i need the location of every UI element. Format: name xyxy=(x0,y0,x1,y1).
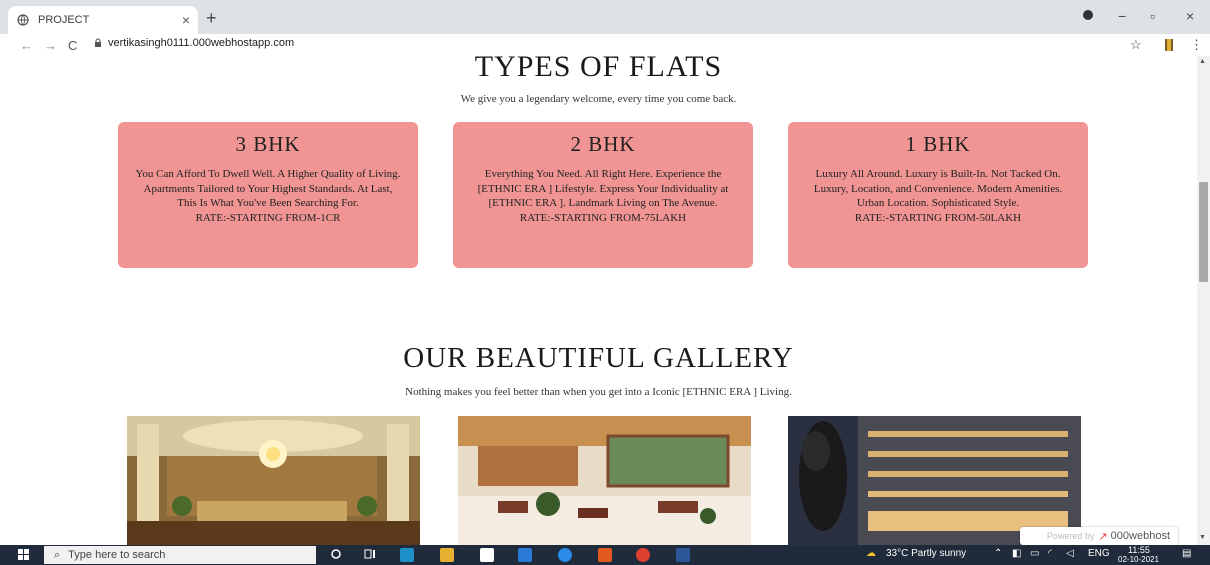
powered-by-badge[interactable]: Powered by ↗ 000webhost xyxy=(1020,527,1178,545)
word-icon[interactable] xyxy=(676,548,690,562)
bookmark-star-icon[interactable]: ☆ xyxy=(1130,34,1142,56)
chat-icon[interactable] xyxy=(558,548,572,562)
restore-button[interactable]: ▫ xyxy=(1150,8,1155,24)
flat-card-title: 1 BHK xyxy=(905,132,971,156)
address-bar: ← → C vertikasingh0111.000webhostapp.com… xyxy=(0,34,1210,56)
windows-taskbar: ⌕ Type here to search ☁ 33°C Partly sunn… xyxy=(0,545,1210,565)
volume-icon[interactable]: ◁ xyxy=(1066,548,1074,559)
back-button[interactable]: ← xyxy=(20,34,33,56)
webhost-logo-icon: ↗ xyxy=(1098,530,1108,543)
clock-date[interactable]: 02-10-2021 xyxy=(1118,555,1159,564)
clock-time[interactable]: 11:55 xyxy=(1128,545,1150,555)
flat-card-3bhk[interactable]: 3 BHK You Can Afford To Dwell Well. A Hi… xyxy=(118,122,418,268)
reload-button[interactable]: C xyxy=(68,34,77,56)
profile-icon[interactable] xyxy=(1082,8,1094,24)
page-content: TYPES OF FLATS We give you a legendary w… xyxy=(0,56,1197,545)
browser-tab[interactable]: PROJECT × xyxy=(8,6,198,34)
scroll-thumb[interactable] xyxy=(1199,182,1208,282)
extension-icon[interactable] xyxy=(1164,34,1174,56)
close-window-button[interactable]: × xyxy=(1186,8,1194,24)
flat-card-rate: RATE:-STARTING FROM-75LAKH xyxy=(519,211,687,224)
flat-card-description: Luxury All Around. Luxury is Built-In. N… xyxy=(813,168,1063,209)
search-icon: ⌕ xyxy=(54,548,61,561)
store-icon[interactable] xyxy=(480,548,494,562)
lock-icon[interactable] xyxy=(94,38,102,51)
gallery-heading: OUR BEAUTIFUL GALLERY xyxy=(403,342,794,374)
battery-icon[interactable]: ▭ xyxy=(1030,548,1039,559)
flat-card-title: 3 BHK xyxy=(235,132,301,156)
tab-close-icon[interactable]: × xyxy=(182,12,190,28)
webhost-brand: 000webhost xyxy=(1110,530,1170,542)
flat-card-rate: RATE:-STARTING FROM-1CR xyxy=(195,211,341,224)
url-field[interactable]: vertikasingh0111.000webhostapp.com xyxy=(108,37,294,49)
flat-card-description: You Can Afford To Dwell Well. A Higher Q… xyxy=(135,168,401,209)
browser-menu-icon[interactable]: ⋮ xyxy=(1190,34,1203,56)
windows-start-icon[interactable] xyxy=(18,549,30,564)
gallery-subtitle: Nothing makes you feel better than when … xyxy=(405,386,792,398)
powered-by-label: Powered by xyxy=(1046,531,1095,541)
network-icon[interactable]: ◧ xyxy=(1012,548,1021,559)
weather-text[interactable]: 33°C Partly sunny xyxy=(886,548,966,559)
search-placeholder: Type here to search xyxy=(68,549,166,561)
flat-card-description: Everything You Need. All Right Here. Exp… xyxy=(477,168,729,209)
wifi-icon[interactable]: ◜ xyxy=(1048,548,1052,559)
gallery-image-lounge[interactable] xyxy=(458,416,751,545)
mail-icon[interactable] xyxy=(518,548,532,562)
weather-icon[interactable]: ☁ xyxy=(866,548,876,559)
new-tab-button[interactable]: + xyxy=(206,8,217,29)
globe-icon xyxy=(16,13,30,27)
flat-card-rate: RATE:-STARTING FROM-50LAKH xyxy=(854,211,1022,224)
gallery-image-lobby[interactable] xyxy=(127,416,420,545)
scroll-up-icon[interactable]: ▲ xyxy=(1199,58,1206,65)
flat-card-title: 2 BHK xyxy=(570,132,636,156)
app-icon[interactable] xyxy=(598,548,612,562)
chrome-icon[interactable] xyxy=(636,548,650,562)
edge-icon[interactable] xyxy=(400,548,414,562)
browser-tab-strip: PROJECT × + − ▫ × xyxy=(0,0,1210,34)
flat-card-1bhk[interactable]: 1 BHK Luxury All Around. Luxury is Built… xyxy=(788,122,1088,268)
minimize-button[interactable]: − xyxy=(1118,8,1126,24)
flat-card-2bhk[interactable]: 2 BHK Everything You Need. All Right Her… xyxy=(453,122,753,268)
file-explorer-icon[interactable] xyxy=(440,548,454,562)
page-scrollbar[interactable]: ▲ ▼ xyxy=(1197,56,1210,545)
show-hidden-icons-icon[interactable]: ⌃ xyxy=(994,548,1002,559)
flats-heading: TYPES OF FLATS xyxy=(474,56,723,83)
forward-button[interactable]: → xyxy=(44,34,57,56)
taskbar-search-input[interactable]: ⌕ Type here to search xyxy=(44,546,316,564)
notifications-icon[interactable]: ▤ xyxy=(1182,548,1191,559)
cortana-icon[interactable] xyxy=(330,548,344,562)
tab-title: PROJECT xyxy=(38,14,90,26)
scroll-down-icon[interactable]: ▼ xyxy=(1199,534,1206,541)
flats-subtitle: We give you a legendary welcome, every t… xyxy=(460,93,737,105)
language-indicator[interactable]: ENG xyxy=(1088,548,1110,559)
task-view-icon[interactable] xyxy=(364,548,378,562)
gallery-image-facade[interactable] xyxy=(788,416,1081,545)
